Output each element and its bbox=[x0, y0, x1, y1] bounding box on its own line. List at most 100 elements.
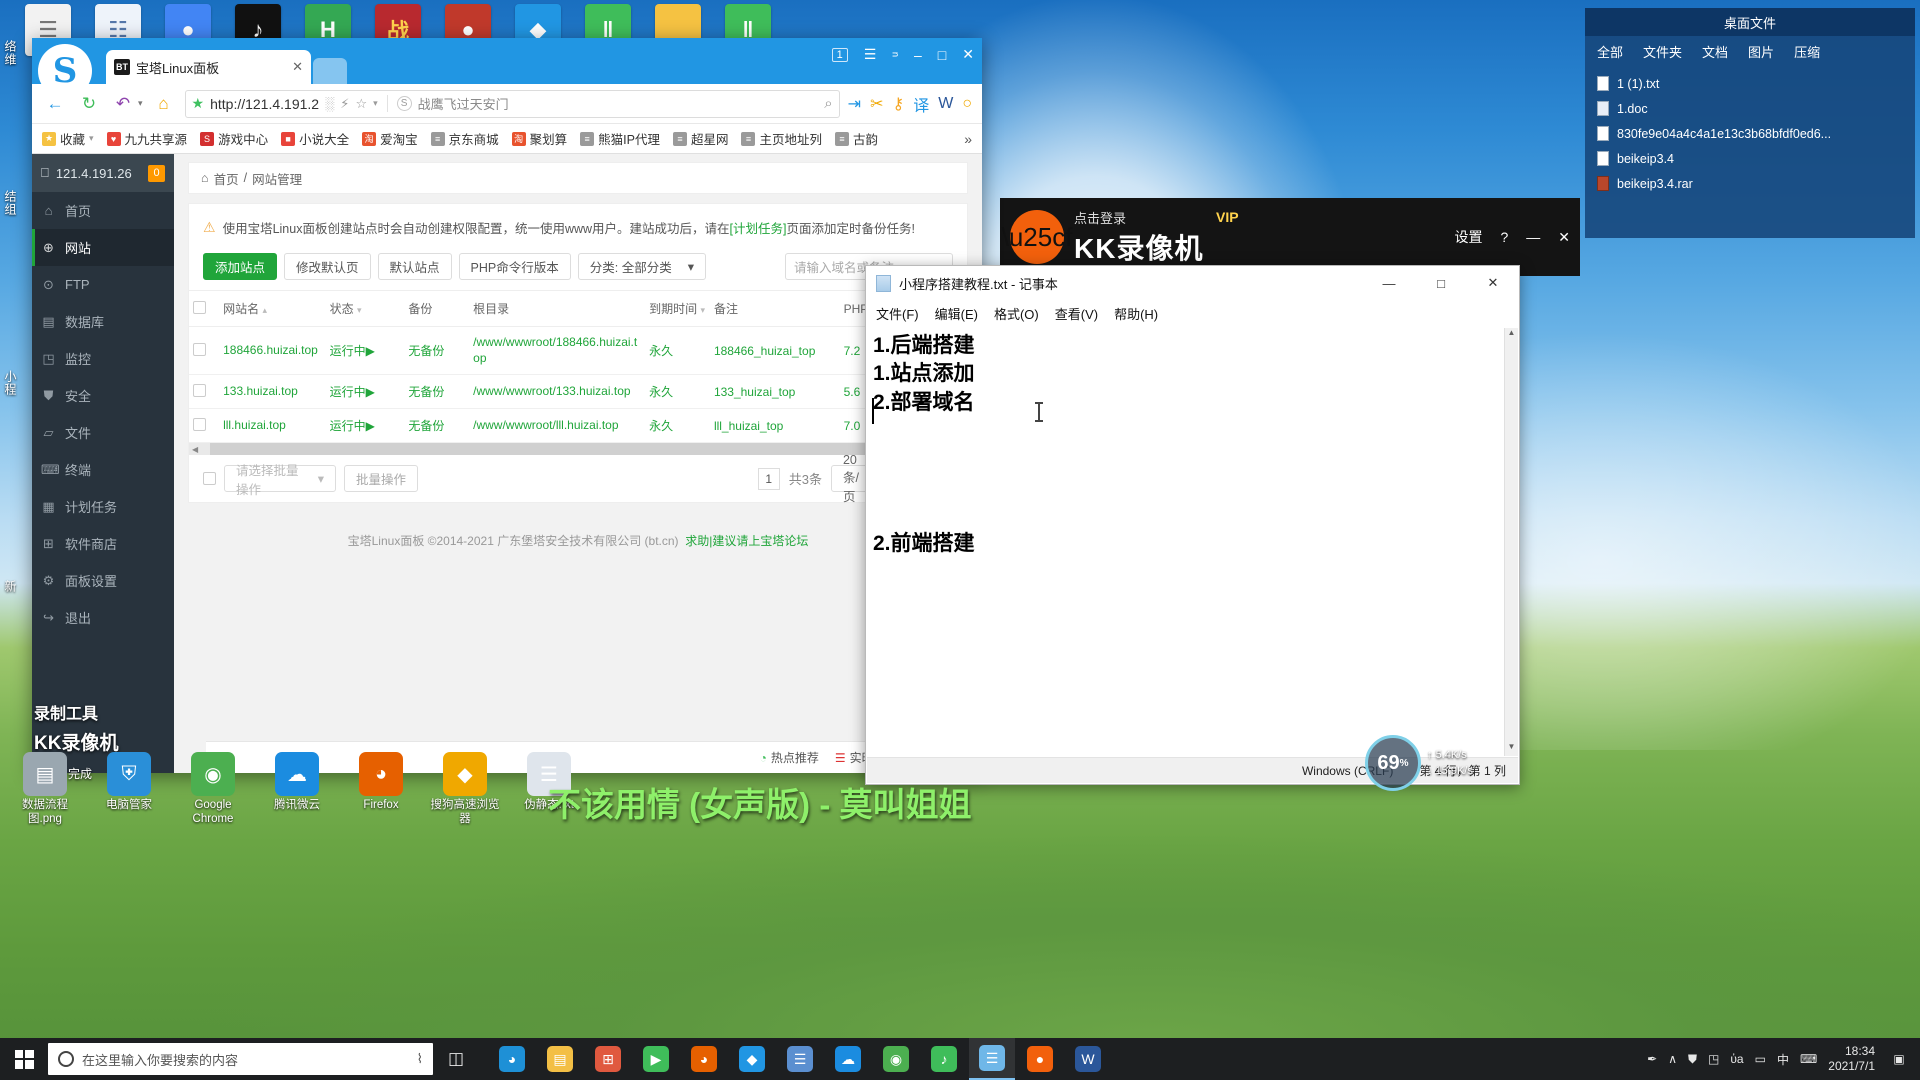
notepad-menubar[interactable]: 文件(F) 编辑(E) 格式(O) 查看(V) 帮助(H) bbox=[866, 300, 1519, 326]
shield-icon[interactable]: ⛊ bbox=[1688, 1052, 1697, 1067]
bookmark-3[interactable]: ■ 小说大全 bbox=[281, 129, 349, 148]
history-caret-icon[interactable]: ▾ bbox=[138, 98, 143, 109]
scissors-icon[interactable]: ✂ bbox=[870, 94, 883, 114]
notification-badge[interactable]: 0 bbox=[148, 164, 165, 182]
bookmark-7[interactable]: ≡ 熊猫IP代理 bbox=[580, 129, 660, 148]
site-toolbar[interactable]: 添加站点 修改默认页 默认站点 PHP命令行版本 分类: 全部分类 ▾ 请输入域… bbox=[189, 247, 967, 290]
browser-tab[interactable]: BT 宝塔Linux面板 ✕ bbox=[106, 50, 311, 84]
sidebar-item-8[interactable]: ▦ 计划任务 bbox=[32, 488, 174, 525]
notepad-titlebar[interactable]: 小程序搭建教程.txt - 记事本 — □ ✕ bbox=[866, 266, 1519, 300]
tab-close-icon[interactable]: ✕ bbox=[292, 59, 303, 75]
desktop-icon-firefox[interactable]: ◕ Firefox bbox=[342, 752, 420, 827]
address-bar[interactable]: ★ http://121.4.191.2 ░ ⚡ ☆ ▾ S 战鹰飞过天安门 ⌕ bbox=[184, 89, 840, 118]
taskbar-app-qq-music[interactable]: ♪ bbox=[921, 1038, 967, 1080]
col-expire[interactable]: 到期时间 ▾ bbox=[645, 290, 710, 327]
kk-settings-button[interactable]: 设置 bbox=[1454, 227, 1482, 247]
network-icon[interactable]: ◳ bbox=[1708, 1052, 1719, 1066]
new-tab-button[interactable] bbox=[313, 58, 347, 84]
bookmark-10[interactable]: ≡ 古韵 bbox=[834, 129, 878, 148]
browser-menu-icon[interactable]: ☰ bbox=[864, 46, 877, 63]
deskfile-tab-0[interactable]: 全部 bbox=[1597, 42, 1623, 61]
taskbar-app-store[interactable]: ⊞ bbox=[585, 1038, 631, 1080]
sidebar-item-7[interactable]: ⌨ 终端 bbox=[32, 451, 174, 488]
deskfile-item[interactable]: 1.doc bbox=[1597, 96, 1903, 121]
login-icon[interactable]: ⇥ bbox=[848, 94, 861, 114]
sound-icon[interactable]: ὐa bbox=[1730, 1052, 1743, 1066]
cell-backup[interactable]: 无备份 bbox=[404, 408, 470, 444]
sidebar-item-2[interactable]: ⊙ FTP bbox=[32, 266, 174, 303]
taskbar-app-edge[interactable]: ◕ bbox=[489, 1038, 535, 1080]
qrcode-icon[interactable]: ░ bbox=[325, 96, 334, 111]
desktop-icon-sogou-browser[interactable]: ◆ 搜狗高速浏览器 bbox=[426, 752, 504, 827]
taskbar-app-word[interactable]: W bbox=[1065, 1038, 1111, 1080]
system-tray[interactable]: ✒ ∧ ⛊ ◳ ὐa ▭ 中 ⌨ 18:34 2021/7/1 ▣ bbox=[1647, 1044, 1920, 1074]
reload-icon[interactable]: ↻ bbox=[76, 94, 102, 114]
word-icon[interactable]: W bbox=[938, 95, 953, 113]
desktop-file-manager-tabs[interactable]: 全部 文件夹 文档 图片 压缩 bbox=[1585, 36, 1915, 67]
deskfile-item[interactable]: 830fe9e04a4c4a1e13c3b68bfdf0ed6... bbox=[1597, 121, 1903, 146]
desktop-file-manager[interactable]: 桌面文件 全部 文件夹 文档 图片 压缩 1 (1).txt 1.doc 830fe9e04… bbox=[1585, 8, 1915, 238]
notepad-menu-3[interactable]: 查看(V) bbox=[1055, 304, 1098, 323]
bookmark-2[interactable]: S 游戏中心 bbox=[200, 129, 268, 148]
scroll-left-arrow[interactable]: ◀ bbox=[192, 445, 198, 454]
row-checkbox[interactable] bbox=[193, 383, 206, 397]
taskbar-app-cloud[interactable]: ☁ bbox=[825, 1038, 871, 1080]
browser-window-buttons[interactable]: 1 ☰ ᵙ – □ ✕ bbox=[831, 46, 974, 63]
bulk-action-select[interactable]: 请选择批量操作 ▾ bbox=[224, 464, 336, 497]
deskfile-item[interactable]: beikeip3.4 bbox=[1597, 146, 1903, 171]
table-row[interactable]: 133.huizai.top 运行中▶ 无备份/www/wwwroot/133.hu… bbox=[189, 374, 967, 410]
tray-icons[interactable]: ✒ ∧ ⛊ ◳ ὐa ▭ 中 ⌨ bbox=[1647, 1051, 1817, 1068]
row-checkbox-cell[interactable] bbox=[189, 326, 220, 376]
cell-root-dir[interactable]: /www/wwwroot/lll.huizai.top bbox=[469, 408, 646, 444]
taskbar-app-chrome[interactable]: ◉ bbox=[873, 1038, 919, 1080]
select-all-cell[interactable] bbox=[189, 290, 220, 327]
bookmarks-bar[interactable]: ★ 收藏 ▾ ♥ 九九共享源 S 游戏中心 ■ 小说大全淘爱淘宝 ≡ 京东商城淘聚划算 ≡ 熊猫IP代理… bbox=[32, 124, 982, 154]
bt-sidebar[interactable]: ⎕ 121.4.191.26 0 ⌂ 首页 ⊕ 网站 ⊙ FTP ▤ 数据库 ◳ 监控 ⛊ 安全 ▱ 文件… bbox=[32, 154, 174, 773]
desktop-icon-data-flow-png[interactable]: ▤ 数据流程图.png bbox=[6, 752, 84, 827]
kk-help-button[interactable]: ? bbox=[1500, 229, 1508, 245]
notepad-window[interactable]: 小程序搭建教程.txt - 记事本 — □ ✕ 文件(F) 编辑(E) 格式(O) 查… bbox=[865, 265, 1520, 785]
notepad-close-button[interactable]: ✕ bbox=[1471, 266, 1515, 300]
battery-icon[interactable]: ▭ bbox=[1755, 1052, 1766, 1066]
notepad-menu-0[interactable]: 文件(F) bbox=[876, 304, 919, 323]
sort-desc-icon-status[interactable]: ▾ bbox=[357, 305, 362, 315]
bookmark-4[interactable]: 淘爱淘宝 bbox=[362, 129, 418, 148]
php-cli-button[interactable]: PHP命令行版本 bbox=[458, 253, 571, 280]
desktop-file-manager-list[interactable]: 1 (1).txt 1.doc 830fe9e04a4c4a1e13c3b68bfd… bbox=[1585, 67, 1915, 200]
notepad-maximize-button[interactable]: □ bbox=[1419, 266, 1463, 300]
taskbar-apps[interactable]: ◕ ▤ ⊞ ▶ ◕ ◆ ☰ ☁ ◉ ♪ ☰ ● W bbox=[489, 1038, 1111, 1080]
browser-window[interactable]: S BT 宝塔Linux面板 ✕ 1 ☰ ᵙ – □ ✕ ← ↻ ↶ ▾ ⌂ ★… bbox=[32, 38, 982, 773]
browser-skin-icon[interactable]: ᵙ bbox=[892, 47, 898, 63]
cell-site-name[interactable]: 188466.huizai.top bbox=[219, 326, 326, 376]
notepad-menu-1[interactable]: 编辑(E) bbox=[935, 304, 978, 323]
row-checkbox-cell[interactable] bbox=[189, 408, 220, 444]
bookmark-caret-icon[interactable]: ▾ bbox=[373, 98, 378, 109]
chevron-up-icon[interactable]: ∧ bbox=[1668, 1052, 1677, 1066]
notepad-text-area[interactable]: 1.后端搭建 1.站点添加 2.部署域名 2.前端搭建 bbox=[867, 328, 1505, 756]
search-engine-icon[interactable]: S bbox=[396, 96, 412, 111]
bookmark-8[interactable]: ≡ 超星网 bbox=[672, 129, 728, 148]
bookmark-5[interactable]: ≡ 京东商城 bbox=[430, 129, 499, 148]
taskbar-clock[interactable]: 18:34 2021/7/1 bbox=[1828, 1044, 1875, 1074]
browser-close-button[interactable]: ✕ bbox=[962, 46, 974, 63]
deskfile-item[interactable]: beikeip3.4.rar bbox=[1597, 171, 1903, 196]
bookmark-6[interactable]: 淘聚划算 bbox=[511, 129, 567, 148]
deskfile-tab-4[interactable]: 压缩 bbox=[1794, 42, 1820, 61]
desktop-icon-computer-manager[interactable]: ⛨ 电脑管家 bbox=[90, 752, 168, 827]
deskfile-tab-3[interactable]: 图片 bbox=[1748, 42, 1774, 61]
bt-sidebar-header[interactable]: ⎕ 121.4.191.26 0 bbox=[32, 154, 174, 192]
start-button[interactable] bbox=[0, 1038, 48, 1080]
sidebar-item-5[interactable]: ⛊ 安全 bbox=[32, 377, 174, 414]
omnibox-suggestion-text[interactable]: 战鹰飞过天安门 bbox=[418, 94, 819, 113]
taskbar-app-file-explorer[interactable]: ▤ bbox=[537, 1038, 583, 1080]
edit-default-page-button[interactable]: 修改默认页 bbox=[284, 253, 371, 280]
taskbar-search-input[interactable]: 在这里输入你要搜索的内容 ⌇ bbox=[48, 1043, 433, 1075]
cell-root-dir[interactable]: /www/wwwroot/133.huizai.top bbox=[469, 374, 646, 410]
notification-center-icon[interactable]: ▣ bbox=[1886, 1046, 1912, 1072]
desktop-icon-tencent-weiyun[interactable]: ☁ 腾讯微云 bbox=[258, 752, 336, 827]
desktop-bottom-icons[interactable]: ▤ 数据流程图.png ⛨ 电脑管家 ◉ Google Chrome ☁ 腾讯微云 ◕ Firef… bbox=[0, 752, 600, 827]
sidebar-item-0[interactable]: ⌂ 首页 bbox=[32, 192, 174, 229]
notepad-menu-2[interactable]: 格式(O) bbox=[994, 304, 1039, 323]
deskfile-tab-2[interactable]: 文档 bbox=[1702, 42, 1728, 61]
taskbar-app-kk-recorder[interactable]: ● bbox=[1017, 1038, 1063, 1080]
